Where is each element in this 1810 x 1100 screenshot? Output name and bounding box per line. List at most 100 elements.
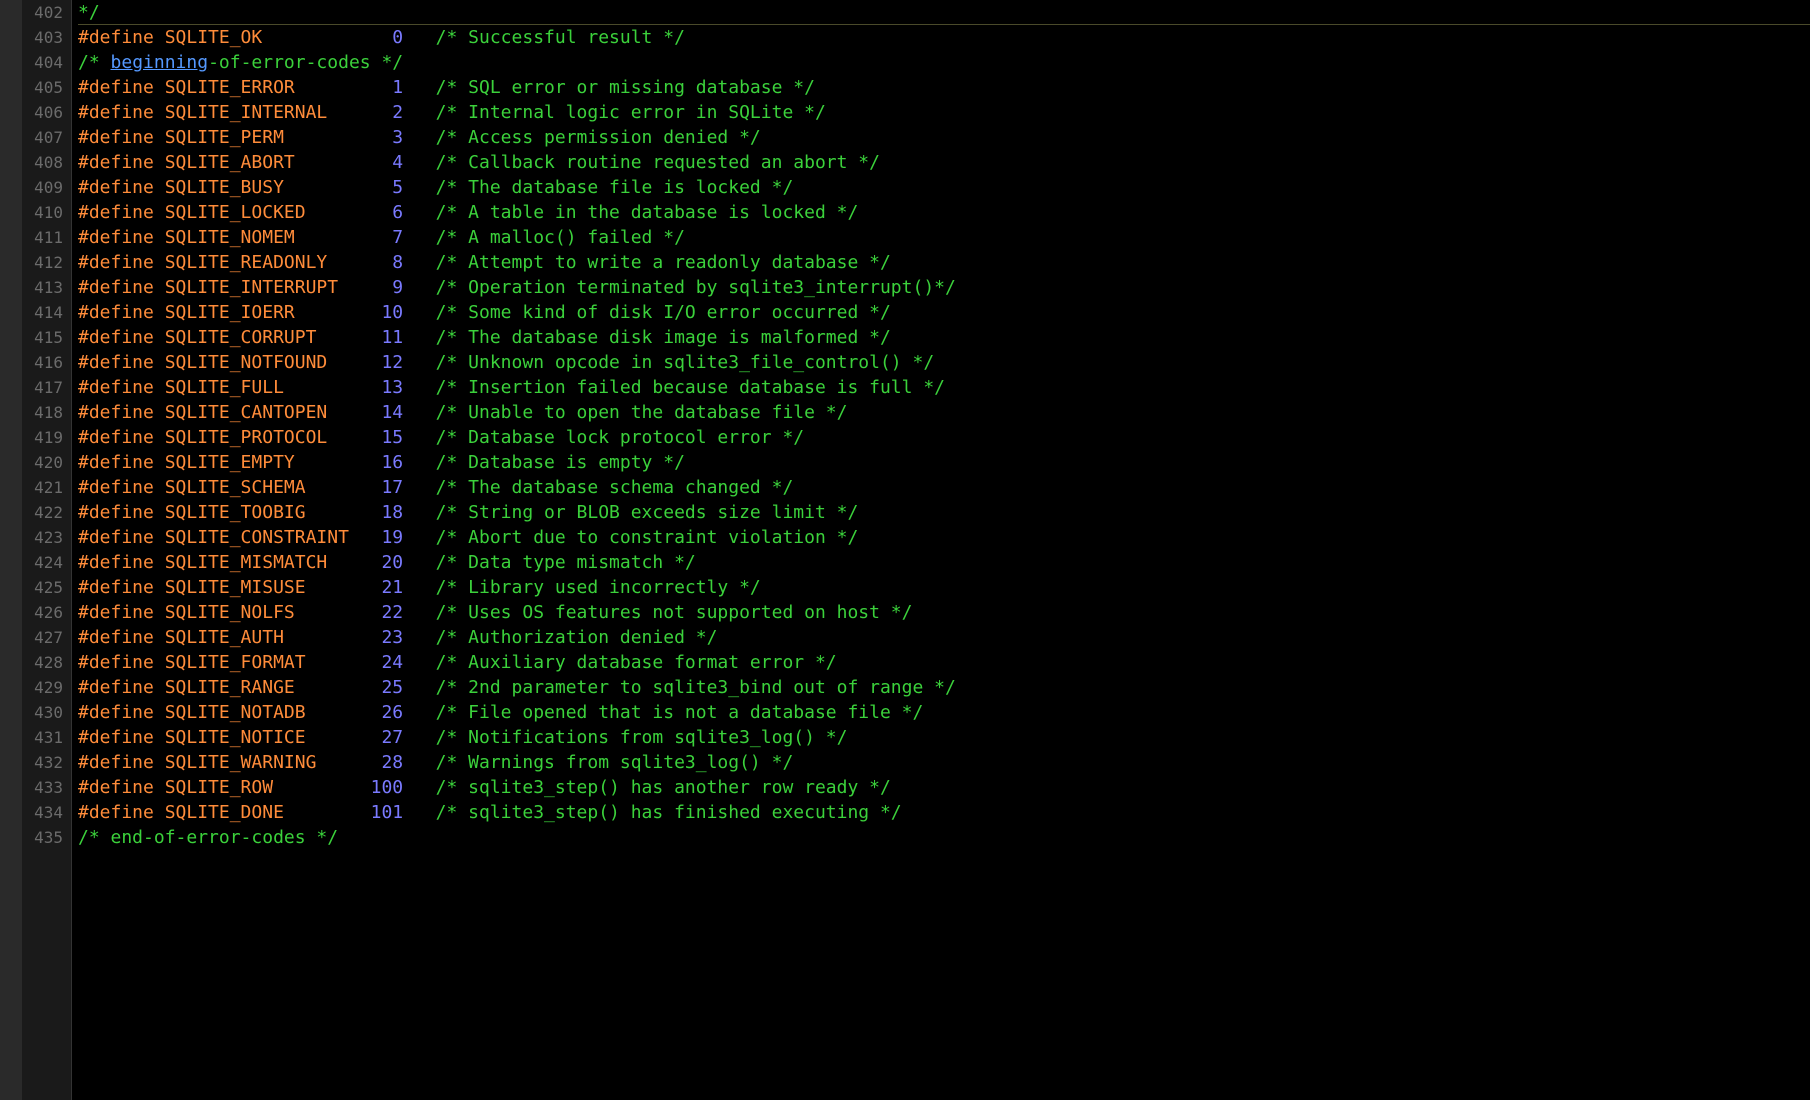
fold-gutter[interactable] <box>0 0 22 1100</box>
code-line[interactable]: #define SQLITE_READONLY 8 /* Attempt to … <box>78 250 1810 275</box>
line-number[interactable]: 433 <box>28 775 63 800</box>
code-line[interactable]: #define SQLITE_FORMAT 24 /* Auxiliary da… <box>78 650 1810 675</box>
code-line[interactable]: #define SQLITE_NOTADB 26 /* File opened … <box>78 700 1810 725</box>
line-number[interactable]: 410 <box>28 200 63 225</box>
line-comment: /* Database lock protocol error */ <box>436 427 804 448</box>
numeric-literal: 25 <box>371 677 404 698</box>
line-number[interactable]: 408 <box>28 150 63 175</box>
line-number[interactable]: 417 <box>28 375 63 400</box>
line-comment: /* The database file is locked */ <box>436 177 794 198</box>
line-number[interactable]: 431 <box>28 725 63 750</box>
code-line[interactable]: /* beginning-of-error-codes */ <box>78 50 1810 75</box>
line-number[interactable]: 428 <box>28 650 63 675</box>
code-line[interactable]: #define SQLITE_INTERNAL 2 /* Internal lo… <box>78 100 1810 125</box>
code-line[interactable]: #define SQLITE_AUTH 23 /* Authorization … <box>78 625 1810 650</box>
line-number[interactable]: 420 <box>28 450 63 475</box>
line-number[interactable]: 404 <box>28 50 63 75</box>
code-line[interactable]: #define SQLITE_PERM 3 /* Access permissi… <box>78 125 1810 150</box>
preprocessor-define: #define <box>78 652 154 673</box>
code-line[interactable]: /* end-of-error-codes */ <box>78 825 1810 850</box>
line-number[interactable]: 415 <box>28 325 63 350</box>
code-line[interactable]: #define SQLITE_SCHEMA 17 /* The database… <box>78 475 1810 500</box>
code-line[interactable]: #define SQLITE_ROW 100 /* sqlite3_step()… <box>78 775 1810 800</box>
code-line[interactable]: #define SQLITE_CANTOPEN 14 /* Unable to … <box>78 400 1810 425</box>
code-line[interactable]: #define SQLITE_CORRUPT 11 /* The databas… <box>78 325 1810 350</box>
preprocessor-define: #define <box>78 552 154 573</box>
code-line[interactable]: #define SQLITE_IOERR 10 /* Some kind of … <box>78 300 1810 325</box>
code-line[interactable]: #define SQLITE_WARNING 28 /* Warnings fr… <box>78 750 1810 775</box>
line-number[interactable]: 406 <box>28 100 63 125</box>
line-number[interactable]: 403 <box>28 25 63 50</box>
code-line[interactable]: #define SQLITE_ERROR 1 /* SQL error or m… <box>78 75 1810 100</box>
line-number[interactable]: 419 <box>28 425 63 450</box>
preprocessor-define: #define <box>78 302 154 323</box>
preprocessor-define: #define <box>78 802 154 823</box>
macro-name: SQLITE_NOTADB <box>165 702 360 723</box>
code-line[interactable]: #define SQLITE_NOMEM 7 /* A malloc() fai… <box>78 225 1810 250</box>
code-editor[interactable]: 4024034044054064074084094104114124134144… <box>0 0 1810 1100</box>
code-line[interactable]: #define SQLITE_OK 0 /* Successful result… <box>78 25 1810 50</box>
line-comment: /* Access permission denied */ <box>436 127 761 148</box>
line-number[interactable]: 429 <box>28 675 63 700</box>
preprocessor-define: #define <box>78 577 154 598</box>
line-comment: /* File opened that is not a database fi… <box>436 702 924 723</box>
macro-name: SQLITE_CORRUPT <box>165 327 360 348</box>
code-line[interactable]: #define SQLITE_INTERRUPT 9 /* Operation … <box>78 275 1810 300</box>
line-number[interactable]: 427 <box>28 625 63 650</box>
code-line[interactable]: #define SQLITE_MISUSE 21 /* Library used… <box>78 575 1810 600</box>
macro-name: SQLITE_NOLFS <box>165 602 360 623</box>
preprocessor-define: #define <box>78 277 154 298</box>
line-number[interactable]: 411 <box>28 225 63 250</box>
code-line[interactable]: #define SQLITE_ABORT 4 /* Callback routi… <box>78 150 1810 175</box>
line-number[interactable]: 405 <box>28 75 63 100</box>
numeric-literal: 15 <box>371 427 404 448</box>
code-line[interactable]: #define SQLITE_NOTFOUND 12 /* Unknown op… <box>78 350 1810 375</box>
numeric-literal: 10 <box>371 302 404 323</box>
macro-name: SQLITE_MISUSE <box>165 577 360 598</box>
line-number[interactable]: 409 <box>28 175 63 200</box>
code-line[interactable]: #define SQLITE_BUSY 5 /* The database fi… <box>78 175 1810 200</box>
macro-name: SQLITE_TOOBIG <box>165 502 360 523</box>
preprocessor-define: #define <box>78 527 154 548</box>
code-line[interactable]: #define SQLITE_MISMATCH 20 /* Data type … <box>78 550 1810 575</box>
code-line[interactable]: #define SQLITE_DONE 101 /* sqlite3_step(… <box>78 800 1810 825</box>
code-line[interactable]: */ <box>78 0 1810 25</box>
line-number[interactable]: 412 <box>28 250 63 275</box>
preprocessor-define: #define <box>78 752 154 773</box>
macro-name: SQLITE_PROTOCOL <box>165 427 360 448</box>
code-line[interactable]: #define SQLITE_EMPTY 16 /* Database is e… <box>78 450 1810 475</box>
code-line[interactable]: #define SQLITE_LOCKED 6 /* A table in th… <box>78 200 1810 225</box>
beginning-link[interactable]: beginning <box>111 52 209 73</box>
line-number-gutter[interactable]: 4024034044054064074084094104114124134144… <box>22 0 72 1100</box>
line-number[interactable]: 432 <box>28 750 63 775</box>
line-comment: /* Database is empty */ <box>436 452 685 473</box>
line-number[interactable]: 423 <box>28 525 63 550</box>
preprocessor-define: #define <box>78 402 154 423</box>
code-line[interactable]: #define SQLITE_PROTOCOL 15 /* Database l… <box>78 425 1810 450</box>
line-number[interactable]: 414 <box>28 300 63 325</box>
code-line[interactable]: #define SQLITE_CONSTRAINT 19 /* Abort du… <box>78 525 1810 550</box>
code-content[interactable]: */#define SQLITE_OK 0 /* Successful resu… <box>72 0 1810 1100</box>
line-number[interactable]: 421 <box>28 475 63 500</box>
macro-name: SQLITE_EMPTY <box>165 452 360 473</box>
line-number[interactable]: 434 <box>28 800 63 825</box>
line-comment: /* Authorization denied */ <box>436 627 718 648</box>
macro-name: SQLITE_DONE <box>165 802 360 823</box>
code-line[interactable]: #define SQLITE_NOTICE 27 /* Notification… <box>78 725 1810 750</box>
line-number[interactable]: 430 <box>28 700 63 725</box>
line-number[interactable]: 435 <box>28 825 63 850</box>
line-number[interactable]: 425 <box>28 575 63 600</box>
line-comment: /* Auxiliary database format error */ <box>436 652 837 673</box>
line-number[interactable]: 418 <box>28 400 63 425</box>
code-line[interactable]: #define SQLITE_TOOBIG 18 /* String or BL… <box>78 500 1810 525</box>
line-number[interactable]: 413 <box>28 275 63 300</box>
line-number[interactable]: 407 <box>28 125 63 150</box>
line-number[interactable]: 422 <box>28 500 63 525</box>
code-line[interactable]: #define SQLITE_RANGE 25 /* 2nd parameter… <box>78 675 1810 700</box>
line-number[interactable]: 402 <box>28 0 63 25</box>
line-number[interactable]: 416 <box>28 350 63 375</box>
line-number[interactable]: 426 <box>28 600 63 625</box>
code-line[interactable]: #define SQLITE_FULL 13 /* Insertion fail… <box>78 375 1810 400</box>
code-line[interactable]: #define SQLITE_NOLFS 22 /* Uses OS featu… <box>78 600 1810 625</box>
line-number[interactable]: 424 <box>28 550 63 575</box>
